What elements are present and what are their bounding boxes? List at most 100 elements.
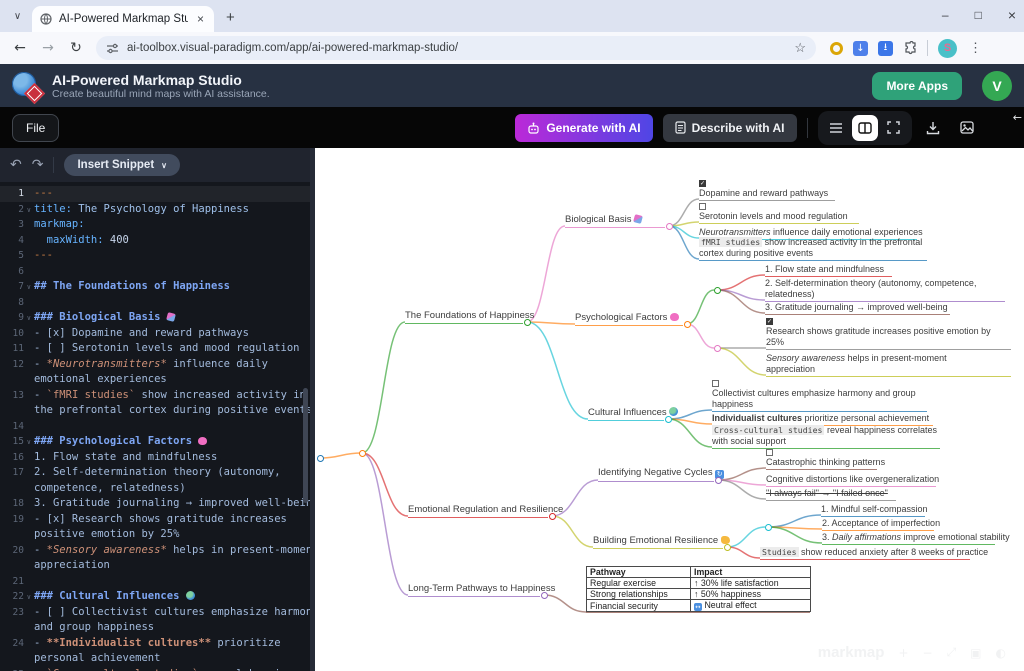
download-icon [926, 121, 940, 135]
window-maximize-button[interactable]: □ [975, 8, 982, 22]
tab-search-button[interactable]: ∨ [9, 8, 26, 25]
export-image-button[interactable] [954, 115, 980, 141]
mindmap-node-emotional: Emotional Regulation and Resilience [408, 505, 548, 518]
app-logo [12, 71, 42, 101]
view-fullscreen-button[interactable] [881, 115, 907, 141]
mindmap-node-bio2: Serotonin levels and mood regulation [699, 203, 859, 224]
view-editor-only-button[interactable] [823, 115, 849, 141]
editor-line: 7∨## The Foundations of Happiness [0, 279, 310, 295]
generate-with-ai-button[interactable]: Generate with AI [515, 114, 652, 142]
mindmap-node-ps2: 2. Self-determination theory (autonomy, … [765, 278, 1005, 301]
browser-menu-icon[interactable]: ⋮ [969, 40, 982, 56]
tab-title: AI-Powered Markmap Studio [59, 13, 188, 25]
back-button[interactable]: ← [8, 36, 32, 60]
reload-button[interactable]: ↻ [64, 36, 88, 60]
zoom-in-icon[interactable]: + [898, 646, 908, 660]
editor-line: appreciation [0, 558, 310, 574]
editor-line: 24- **Individualist cultures** prioritiz… [0, 636, 310, 652]
extension-ring-icon[interactable] [830, 42, 843, 55]
mindmap-node-circle[interactable] [765, 524, 772, 531]
mindmap-node-foundations: The Foundations of Happiness [405, 311, 523, 324]
mindmap-node-circle[interactable] [549, 513, 556, 520]
mindmap-node-ps4: ✓Research shows gratitude increases posi… [766, 318, 1011, 349]
mindmap-node-circle[interactable] [724, 544, 731, 551]
insert-snippet-button[interactable]: Insert Snippet∨ [64, 154, 180, 176]
more-apps-button[interactable]: More Apps [872, 72, 962, 100]
mindmap-node-circle[interactable] [684, 321, 691, 328]
mindmap-node-circle[interactable] [524, 319, 531, 326]
browser-navbar: ← → ↻ ai-toolbox.visual-paradigm.com/app… [0, 32, 1024, 64]
mindmap-node-circle[interactable] [317, 455, 324, 462]
fold-arrow-icon[interactable]: ∨ [27, 203, 31, 219]
mindmap-node-ps3: 3. Gratitude journaling → improved well-… [765, 302, 950, 315]
bookmark-star-icon[interactable]: ☆ [794, 40, 806, 56]
download-button[interactable] [920, 115, 946, 141]
mindmap-node-circle[interactable] [714, 287, 721, 294]
mindmap-node-be2: 2. Acceptance of imperfection [822, 518, 934, 531]
window-close-button[interactable]: × [1008, 7, 1016, 23]
extensions-puzzle-icon[interactable] [903, 41, 917, 55]
recenter-icon[interactable]: ▣ [970, 646, 981, 660]
mindmap-node-longterm: Long-Term Pathways to Happiness [408, 584, 540, 597]
mindmap-node-circle[interactable] [666, 223, 673, 230]
mindmap-node-in2: Cognitive distortions like overgeneraliz… [766, 474, 936, 487]
user-avatar[interactable]: V [982, 71, 1012, 101]
editor-scrollbar-thumb[interactable] [303, 388, 308, 503]
site-settings-icon[interactable] [106, 43, 119, 54]
mindmap-node-inc: Identifying Negative Cycles ↻ [598, 468, 714, 481]
mindmap-pane[interactable]: markmap + − ⤢ ▣ ◐ The Foundations of Hap… [310, 148, 1024, 671]
undo-icon[interactable]: ↶ [10, 157, 22, 173]
fold-arrow-icon[interactable]: ∨ [27, 311, 31, 327]
mindmap-node-circle[interactable] [714, 345, 721, 352]
theme-toggle-icon[interactable]: ◐ [996, 646, 1006, 660]
redo-icon[interactable]: ↷ [32, 157, 44, 173]
collapse-panel-arrow-icon[interactable]: ← [1013, 111, 1022, 124]
image-icon [960, 121, 974, 134]
checkbox-unchecked[interactable] [712, 380, 719, 387]
view-mode-switcher [818, 111, 912, 145]
browser-tab[interactable]: AI-Powered Markmap Studio × [32, 6, 214, 32]
address-bar[interactable]: ai-toolbox.visual-paradigm.com/app/ai-po… [96, 36, 816, 60]
fold-arrow-icon[interactable]: ∨ [27, 280, 31, 296]
editor-line: 161. Flow state and mindfulness [0, 450, 310, 466]
mindmap-node-circle[interactable] [665, 416, 672, 423]
mindmap-node-circle[interactable] [359, 450, 366, 457]
document-icon [675, 121, 686, 134]
muscle-emoji-icon [721, 536, 730, 544]
editor-toolbar: ↶ ↷ Insert Snippet∨ [0, 148, 310, 182]
fit-view-icon[interactable]: ⤢ [947, 645, 957, 660]
editor-line: 10- [x] Dopamine and reward pathways [0, 326, 310, 342]
view-split-button[interactable] [852, 115, 878, 141]
divider [927, 40, 928, 56]
extension-download-icon[interactable]: ↓ [853, 41, 868, 56]
mindmap-node-cu1: Collectivist cultures emphasize harmony … [712, 380, 927, 411]
mindmap-node-circle[interactable] [541, 592, 548, 599]
zoom-out-icon[interactable]: − [923, 646, 933, 660]
editor-line: 13- `fMRI studies` show increased activi… [0, 388, 310, 404]
checkbox-unchecked[interactable] [766, 449, 773, 456]
new-tab-button[interactable]: + [226, 9, 235, 26]
browser-profile-avatar[interactable]: S [938, 39, 957, 58]
forward-button[interactable]: → [36, 36, 60, 60]
describe-with-ai-button[interactable]: Describe with AI [663, 114, 797, 142]
editor-line: 23- [ ] Collectivist cultures emphasize … [0, 605, 310, 621]
mindmap-node-cu2: Individualist cultures prioritize person… [712, 413, 933, 426]
pathway-impact-table: PathwayImpactRegular exercise↑ 30% life … [586, 566, 811, 612]
tab-close-icon[interactable]: × [195, 12, 206, 26]
checkbox-checked[interactable]: ✓ [766, 318, 773, 325]
extension-save-icon[interactable]: ⭳ [878, 41, 893, 56]
file-menu-button[interactable]: File [12, 114, 59, 142]
editor-line: 12- *Neurotransmitters* influence daily [0, 357, 310, 373]
mindmap-node-circle[interactable] [715, 477, 722, 484]
split-view-icon [858, 122, 872, 134]
checkbox-unchecked[interactable] [699, 203, 706, 210]
editor-line: positive emotion by 25% [0, 527, 310, 543]
brain-emoji-icon [670, 313, 679, 321]
dna-emoji-icon [633, 214, 643, 224]
window-minimize-button[interactable]: – [942, 8, 949, 22]
fold-arrow-icon[interactable]: ∨ [27, 590, 31, 606]
fold-arrow-icon[interactable]: ∨ [27, 435, 31, 451]
code-editor[interactable]: 1---2∨title: The Psychology of Happiness… [0, 182, 310, 671]
app-toolbar: File Generate with AI Describe with AI ← [0, 107, 1024, 148]
checkbox-checked[interactable]: ✓ [699, 180, 706, 187]
